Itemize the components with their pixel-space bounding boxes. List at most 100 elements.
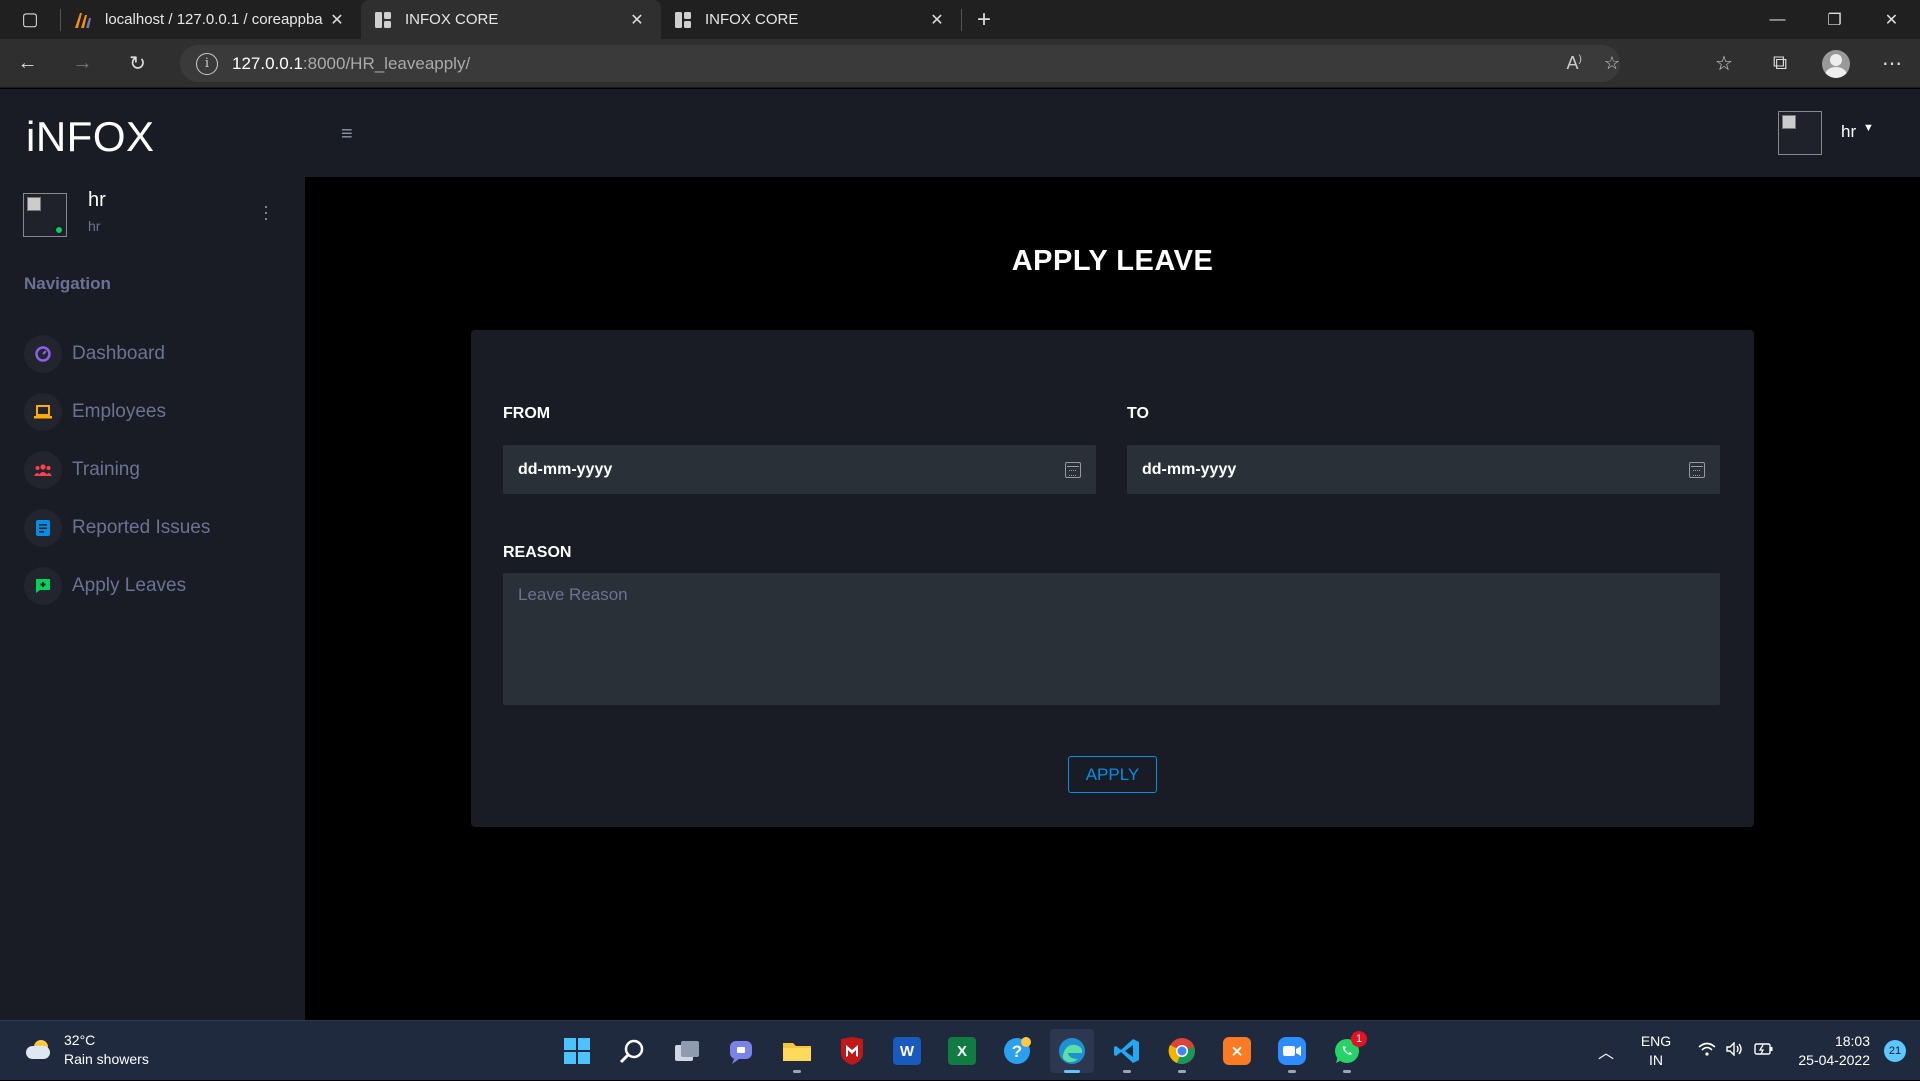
chrome-icon[interactable] bbox=[1160, 1029, 1204, 1073]
nav-category-label: Navigation bbox=[24, 274, 111, 293]
tab-actions-button[interactable]: ▢ bbox=[0, 0, 60, 39]
online-status-icon bbox=[54, 225, 64, 235]
app-root: iNFOX hr hr · · · Navigation Dashboard Emp… bbox=[0, 89, 1920, 1020]
sidebar-item-training[interactable]: Training bbox=[24, 441, 304, 499]
system-tray: ︿ ENG IN 18:03 25-04-2022 21 bbox=[1586, 1021, 1920, 1081]
wifi-icon[interactable] bbox=[1698, 1042, 1716, 1060]
language-code: ENG bbox=[1640, 1033, 1672, 1049]
site-info-icon[interactable]: i bbox=[196, 52, 218, 75]
sidebar-item-dashboard[interactable]: Dashboard bbox=[24, 325, 304, 383]
close-tab-icon[interactable]: ✕ bbox=[325, 10, 349, 30]
to-date-input[interactable]: dd-mm-yyyy bbox=[1127, 445, 1720, 494]
restore-button[interactable]: ❐ bbox=[1806, 0, 1863, 39]
page-icon bbox=[373, 10, 393, 30]
browser-tab-infox[interactable]: INFOX CORE ✕ bbox=[661, 0, 961, 39]
language-indicator[interactable]: ENG IN bbox=[1626, 1032, 1686, 1070]
apply-button[interactable]: APPLY bbox=[1068, 756, 1157, 793]
notification-badge: 1 bbox=[1351, 1031, 1367, 1047]
zoom-icon[interactable] bbox=[1270, 1029, 1314, 1073]
sidebar-item-apply-leaves[interactable]: Apply Leaves bbox=[24, 557, 304, 615]
tab-title: INFOX CORE bbox=[405, 11, 499, 28]
close-tab-icon[interactable]: ✕ bbox=[925, 10, 949, 30]
collections-icon[interactable]: ⧉ bbox=[1752, 39, 1808, 88]
tray-icons bbox=[1686, 1041, 1786, 1060]
profile-button[interactable] bbox=[1808, 39, 1864, 88]
document-icon bbox=[24, 509, 62, 547]
sidebar-item-employees[interactable]: Employees bbox=[24, 383, 304, 441]
sidebar-item-label: Apply Leaves bbox=[72, 575, 187, 596]
browser-tab-infox-active[interactable]: INFOX CORE ✕ bbox=[361, 0, 661, 39]
clock[interactable]: 18:03 25-04-2022 bbox=[1786, 1032, 1876, 1070]
tab-title: INFOX CORE bbox=[705, 11, 799, 28]
task-view-icon[interactable] bbox=[665, 1029, 709, 1073]
teams-chat-icon[interactable] bbox=[720, 1029, 764, 1073]
avatar[interactable] bbox=[1778, 111, 1822, 155]
hamburger-menu-icon[interactable]: ≡ bbox=[341, 123, 353, 146]
favorites-icon[interactable]: ☆ bbox=[1696, 39, 1752, 88]
sidebar-item-reported-issues[interactable]: Reported Issues bbox=[24, 499, 304, 557]
more-menu-icon[interactable]: ⋯ bbox=[1864, 39, 1920, 88]
volume-icon[interactable] bbox=[1726, 1041, 1744, 1060]
read-aloud-icon[interactable]: A) bbox=[1567, 53, 1582, 74]
sidebar-item-label: Dashboard bbox=[72, 343, 165, 364]
whatsapp-icon[interactable]: 1 bbox=[1325, 1029, 1369, 1073]
tab-title: localhost / 127.0.0.1 / coreappba bbox=[105, 11, 323, 28]
close-tab-icon[interactable]: ✕ bbox=[625, 10, 649, 30]
from-date-input[interactable]: dd-mm-yyyy bbox=[503, 445, 1096, 494]
word-icon[interactable]: W bbox=[885, 1029, 929, 1073]
notification-center-button[interactable]: 21 bbox=[1884, 1040, 1906, 1062]
url-actions: A) ☆ bbox=[1567, 45, 1621, 82]
browser-tab-phpmyadmin[interactable]: localhost / 127.0.0.1 / coreappba ✕ bbox=[61, 0, 361, 39]
sidebar-profile: hr hr · · · bbox=[23, 189, 283, 249]
profile-name: hr bbox=[88, 189, 106, 211]
mcafee-icon[interactable] bbox=[830, 1029, 874, 1073]
calendar-icon[interactable] bbox=[1065, 461, 1081, 478]
user-dropdown[interactable]: hr bbox=[1841, 122, 1856, 142]
weather-icon bbox=[24, 1038, 54, 1062]
profile-role: hr bbox=[88, 218, 101, 234]
search-icon[interactable] bbox=[610, 1029, 654, 1073]
get-help-icon[interactable]: ? bbox=[995, 1029, 1039, 1073]
region-code: IN bbox=[1649, 1052, 1663, 1068]
url-path: :8000/HR_leaveapply/ bbox=[302, 53, 471, 73]
excel-icon[interactable]: X bbox=[940, 1029, 984, 1073]
xampp-icon[interactable]: ⨯ bbox=[1215, 1029, 1259, 1073]
browser-toolbar: ☆ ⧉ ⋯ bbox=[1696, 39, 1920, 88]
from-label: FROM bbox=[503, 405, 551, 422]
browser-tab-bar: ▢ localhost / 127.0.0.1 / coreappba ✕ IN… bbox=[0, 0, 1920, 39]
new-tab-button[interactable]: + bbox=[962, 0, 1006, 39]
sidebar-item-label: Training bbox=[72, 459, 140, 480]
reason-label: REASON bbox=[503, 544, 572, 561]
file-explorer-icon[interactable] bbox=[775, 1029, 819, 1073]
reason-textarea[interactable]: Leave Reason bbox=[503, 573, 1720, 705]
start-button[interactable] bbox=[555, 1029, 599, 1073]
broken-image-icon bbox=[1782, 115, 1796, 129]
broken-image-icon bbox=[27, 197, 41, 211]
calendar-icon[interactable] bbox=[1689, 461, 1705, 478]
battery-icon[interactable] bbox=[1754, 1042, 1774, 1060]
svg-text:?: ? bbox=[1012, 1042, 1022, 1061]
windows-icon bbox=[564, 1038, 590, 1064]
kebab-menu-icon[interactable]: · · · bbox=[263, 197, 269, 227]
top-navbar: ≡ hr ▼ bbox=[305, 89, 1920, 177]
back-button[interactable]: ← bbox=[0, 43, 55, 83]
close-window-button[interactable]: ✕ bbox=[1863, 0, 1920, 39]
minimize-button[interactable]: — bbox=[1749, 0, 1806, 39]
show-hidden-icons-button[interactable]: ︿ bbox=[1586, 1039, 1626, 1063]
forward-button[interactable]: → bbox=[55, 43, 110, 83]
url-field[interactable]: i 127.0.0.1 :8000/HR_leaveapply/ bbox=[180, 45, 1620, 82]
refresh-button[interactable]: ↻ bbox=[110, 43, 165, 83]
temperature: 32°C bbox=[64, 1032, 96, 1048]
vscode-icon[interactable] bbox=[1105, 1029, 1149, 1073]
sidebar-item-label: Reported Issues bbox=[72, 517, 211, 538]
to-date-value: dd-mm-yyyy bbox=[1142, 460, 1237, 478]
profile-avatar-icon bbox=[1822, 49, 1850, 78]
brand-logo[interactable]: iNFOX bbox=[26, 113, 155, 161]
people-icon bbox=[24, 451, 62, 489]
edge-browser-icon[interactable] bbox=[1050, 1029, 1094, 1073]
clock-time: 18:03 bbox=[1834, 1033, 1870, 1049]
caret-down-icon[interactable]: ▼ bbox=[1863, 122, 1874, 134]
weather-widget[interactable]: 32°C Rain showers bbox=[24, 1031, 149, 1069]
add-favorite-icon[interactable]: ☆ bbox=[1604, 53, 1620, 74]
url-host: 127.0.0.1 bbox=[232, 53, 303, 73]
